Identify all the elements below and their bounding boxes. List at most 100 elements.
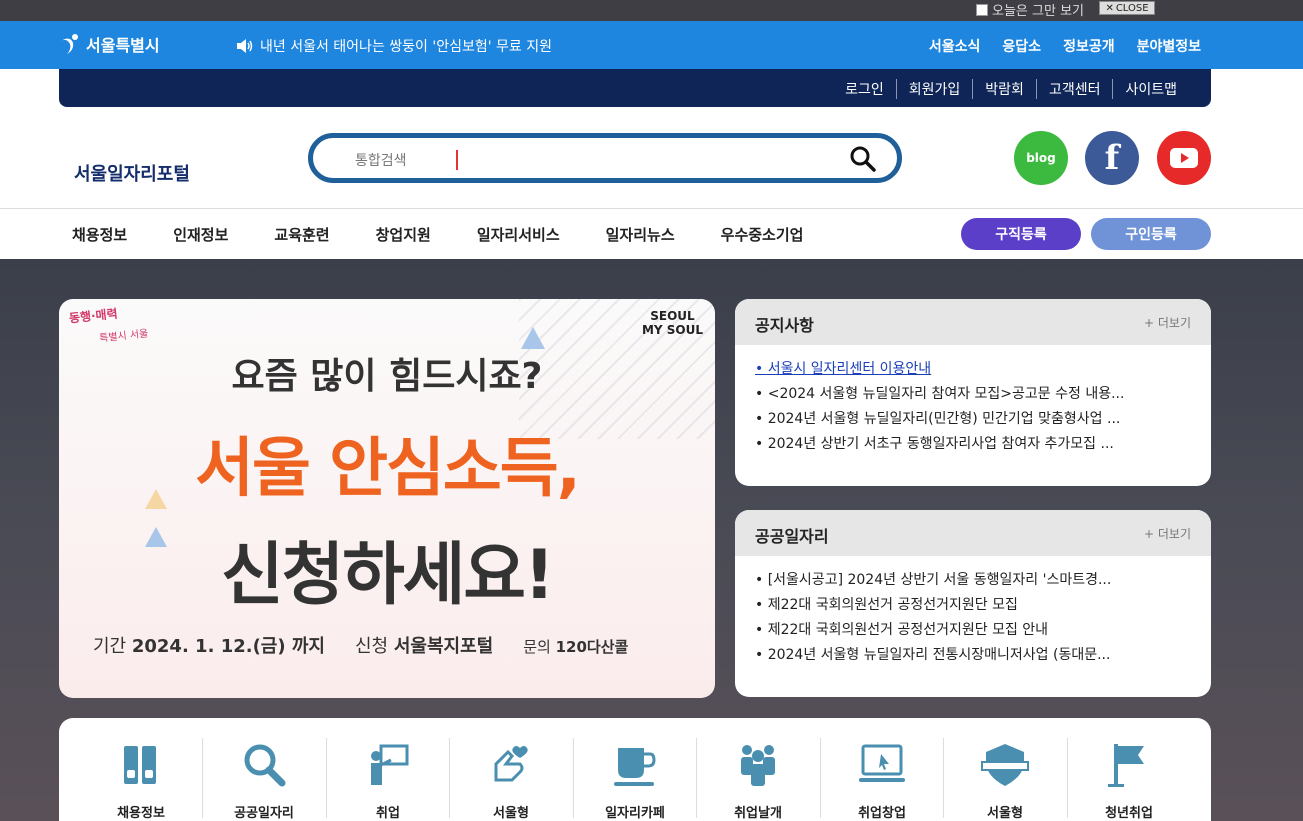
- notice-more-link[interactable]: + 더보기: [1144, 314, 1191, 331]
- login-link[interactable]: 로그인: [833, 79, 896, 99]
- search-box[interactable]: 통합검색: [308, 133, 902, 183]
- public-jobs-header: 공공일자리 + 더보기: [735, 510, 1211, 556]
- banner-info: 기간 2024. 1. 12.(금) 까지 신청 서울복지포털 문의 120다산…: [93, 632, 628, 658]
- popup-bar: 오늘은 그만 보기 ✕ CLOSE: [0, 0, 1303, 21]
- quick-item-cafe[interactable]: 일자리카페: [573, 740, 697, 821]
- notice-title: 공지사항: [755, 316, 814, 335]
- flag-icon: [1108, 744, 1144, 787]
- dismiss-today[interactable]: 오늘은 그만 보기: [976, 0, 1084, 19]
- quick-label: 취업창업: [858, 806, 906, 821]
- list-item[interactable]: • 서울시 일자리센터 이용안내: [755, 357, 1191, 382]
- blog-icon[interactable]: blog: [1014, 131, 1068, 185]
- apply-value: 서울복지포털: [393, 636, 494, 657]
- city-bar: 서울특별시 내년 서울서 태어나는 쌍둥이 '안심보험' 무료 지원 서울소식 …: [0, 21, 1303, 69]
- signup-link[interactable]: 회원가입: [895, 79, 973, 99]
- facebook-icon[interactable]: f: [1085, 131, 1139, 185]
- quick-item-employment[interactable]: 취업: [326, 740, 450, 821]
- soul-line1: SEOUL: [650, 309, 695, 323]
- inquiry-label: 문의: [523, 638, 551, 656]
- city-menu-info[interactable]: 정보공개: [1063, 36, 1115, 56]
- close-button[interactable]: ✕ CLOSE: [1099, 1, 1155, 15]
- list-item[interactable]: • 제22대 국회의원선거 공정선거지원단 모집 안내: [755, 618, 1191, 643]
- quick-label: 취업날개: [734, 806, 782, 821]
- public-jobs-more-link[interactable]: + 더보기: [1144, 525, 1191, 542]
- quick-label: 공공일자리: [234, 806, 294, 821]
- binder-icon: [124, 746, 156, 784]
- ticker-text: 내년 서울서 태어나는 쌍둥이 '안심보험' 무료 지원: [260, 39, 552, 55]
- laptop-icon: [859, 744, 905, 782]
- people-icon: [741, 745, 775, 786]
- notice-card: 공지사항 + 더보기 • 서울시 일자리센터 이용안내 • <2024 서울형 …: [735, 299, 1211, 486]
- period-value: 2024. 1. 12.(금) 까지: [131, 636, 325, 657]
- site-logo[interactable]: 서울일자리포털: [74, 160, 190, 186]
- news-ticker[interactable]: 내년 서울서 태어나는 쌍둥이 '안심보험' 무료 지원: [236, 36, 552, 56]
- triangle-decor-icon: [521, 327, 545, 349]
- main-nav: 채용정보 인재정보 교육훈련 창업지원 일자리서비스 일자리뉴스 우수중소기업: [72, 224, 849, 245]
- public-jobs-title: 공공일자리: [755, 527, 829, 546]
- public-jobs-card: 공공일자리 + 더보기 • [서울시공고] 2024년 상반기 서울 동행일자리…: [735, 510, 1211, 697]
- dismiss-label: 오늘은 그만 보기: [992, 4, 1084, 19]
- close-label: CLOSE: [1115, 2, 1149, 14]
- support-link[interactable]: 고객센터: [1035, 79, 1113, 99]
- sitemap-link[interactable]: 사이트맵: [1112, 79, 1189, 99]
- facebook-label: f: [1104, 138, 1120, 178]
- nav-news[interactable]: 일자리뉴스: [606, 224, 675, 245]
- nav-sme[interactable]: 우수중소기업: [721, 224, 804, 245]
- badge-icon: [981, 744, 1029, 786]
- quick-item-seoul-type[interactable]: 서울형: [943, 740, 1067, 821]
- dismiss-checkbox[interactable]: [976, 3, 988, 16]
- search-input[interactable]: 통합검색: [355, 150, 407, 170]
- list-item[interactable]: • 2024년 서울형 뉴딜일자리 전통시장매니저사업 (동대문...: [755, 643, 1191, 668]
- brand-mark: 동행·매력: [68, 306, 119, 326]
- seoul-logo-icon: [60, 34, 78, 54]
- quick-label: 취업: [376, 806, 400, 821]
- city-menu-news[interactable]: 서울소식: [929, 36, 981, 56]
- seoul-logo-text: 서울특별시: [86, 36, 160, 55]
- nav-recruit[interactable]: 채용정보: [72, 224, 127, 245]
- nav-training[interactable]: 교육훈련: [274, 224, 329, 245]
- promo-banner[interactable]: 동행·매력 특별시 서울 SEOUL MY SOUL 요즘 많이 힘드시죠? 서…: [59, 299, 715, 698]
- banner-title: 서울 안심소득,: [195, 432, 581, 506]
- nav-service[interactable]: 일자리서비스: [477, 224, 560, 245]
- quick-item-youth[interactable]: 청년취업: [1067, 740, 1191, 821]
- inquiry-info: 문의 120다산콜: [523, 636, 628, 657]
- close-icon: ✕: [1105, 2, 1114, 14]
- speaker-icon: [237, 39, 253, 53]
- fair-link[interactable]: 박람회: [972, 79, 1036, 99]
- youtube-icon[interactable]: [1157, 131, 1211, 185]
- list-item[interactable]: • [서울시공고] 2024년 상반기 서울 동행일자리 '스마트경...: [755, 568, 1191, 593]
- quick-item-seoul[interactable]: 서울형: [449, 740, 573, 821]
- list-item[interactable]: • 2024년 상반기 서초구 동행일자리사업 참여자 추가모집 ...: [755, 432, 1191, 457]
- list-item[interactable]: • <2024 서울형 뉴딜일자리 참여자 모집>공고문 수정 내용...: [755, 382, 1191, 407]
- presenter-icon: [371, 744, 409, 785]
- quick-item-wings[interactable]: 취업날개: [696, 740, 820, 821]
- seoul-logo[interactable]: 서울특별시: [58, 32, 160, 56]
- brand-mark-sub: 특별시 서울: [98, 328, 149, 345]
- quick-menu: 채용정보 공공일자리 취업 서울형 일자리카페 취업날개 취업창업 서울형 청년…: [59, 718, 1211, 821]
- nav-startup[interactable]: 창업지원: [376, 224, 431, 245]
- nav-divider: [0, 208, 1303, 209]
- job-register-button[interactable]: 구직등록: [961, 218, 1081, 250]
- quick-item-startup[interactable]: 취업창업: [820, 740, 944, 821]
- nav-talent[interactable]: 인재정보: [173, 224, 228, 245]
- city-menu-response[interactable]: 응답소: [1002, 36, 1041, 56]
- seoul-my-soul-logo: SEOUL MY SOUL: [642, 309, 703, 337]
- search-icon[interactable]: [849, 145, 877, 173]
- search-caret: [456, 150, 458, 170]
- quick-label: 서울형: [987, 806, 1023, 821]
- city-menu-field[interactable]: 분야별정보: [1137, 36, 1201, 56]
- banner-subtitle: 요즘 많이 힘드시죠?: [231, 356, 543, 397]
- quick-item-public[interactable]: 공공일자리: [202, 740, 326, 821]
- list-item[interactable]: • 제22대 국회의원선거 공정선거지원단 모집: [755, 593, 1191, 618]
- hire-register-button[interactable]: 구인등록: [1091, 218, 1211, 250]
- list-item[interactable]: • 2024년 서울형 뉴딜일자리(민간형) 민간기업 맞춤형사업 ...: [755, 407, 1191, 432]
- apply-info: 신청 서울복지포털: [355, 632, 493, 658]
- banner-cta: 신청하세요!: [221, 536, 555, 615]
- utility-links: 로그인 회원가입 박람회 고객센터 사이트맵: [833, 79, 1189, 99]
- period-label: 기간: [93, 636, 127, 657]
- heart-hand-icon: [494, 746, 528, 782]
- apply-label: 신청: [354, 636, 389, 657]
- period-info: 기간 2024. 1. 12.(금) 까지: [93, 632, 325, 658]
- quick-item-recruit[interactable]: 채용정보: [79, 740, 203, 821]
- city-menu: 서울소식 응답소 정보공개 분야별정보: [929, 36, 1201, 56]
